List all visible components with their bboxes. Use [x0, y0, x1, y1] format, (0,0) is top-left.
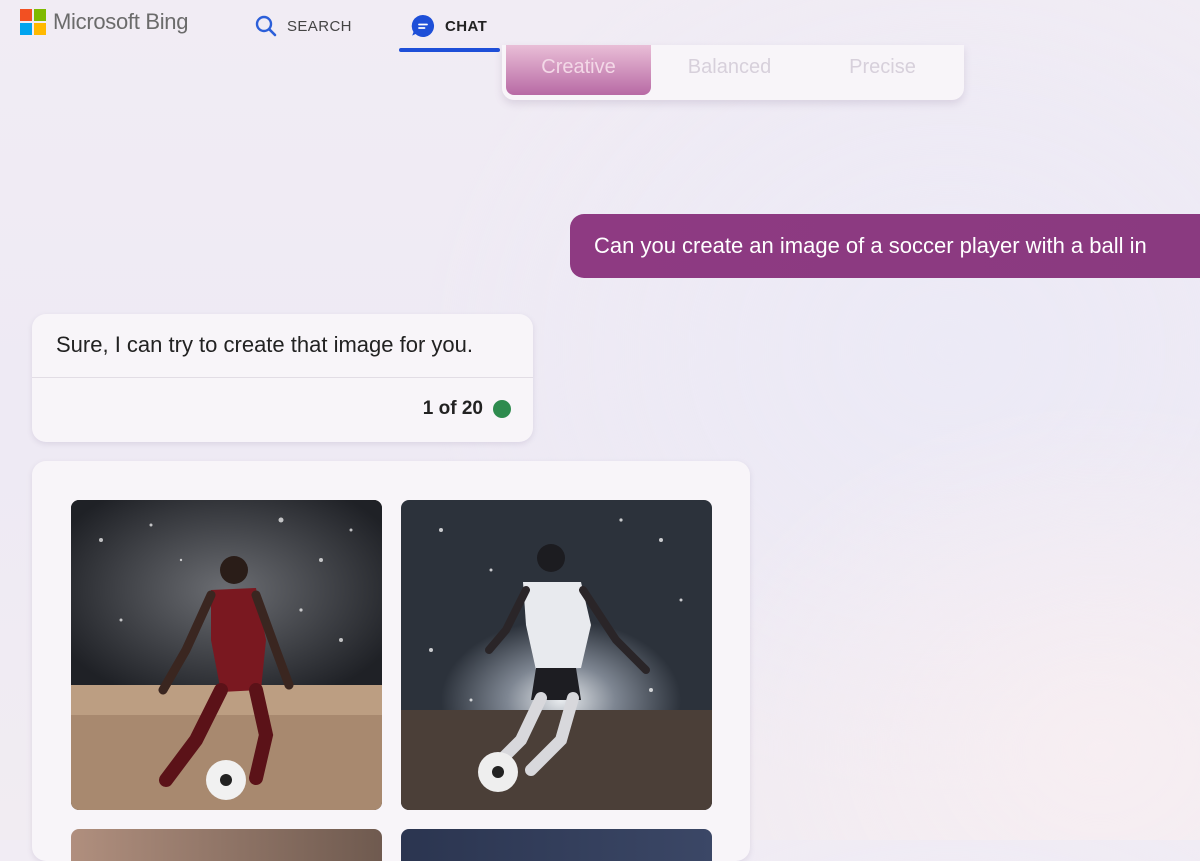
- bot-message-text: Sure, I can try to create that image for…: [56, 332, 473, 357]
- turn-counter-text: 1 of 20: [422, 398, 483, 419]
- generated-image-3[interactable]: [71, 829, 382, 861]
- bot-message: Sure, I can try to create that image for…: [32, 314, 533, 442]
- nav-search-label: SEARCH: [287, 17, 352, 35]
- tone-creative-button[interactable]: Creative: [506, 45, 651, 95]
- tone-precise-button[interactable]: Precise: [810, 45, 955, 95]
- nav-chat[interactable]: CHAT: [410, 0, 487, 52]
- microsoft-logo-icon: [20, 9, 46, 35]
- image-results-card: [32, 461, 750, 861]
- nav-chat-label: CHAT: [445, 17, 488, 35]
- tone-balanced-button[interactable]: Balanced: [657, 45, 802, 95]
- generated-image-2[interactable]: [401, 500, 712, 810]
- chat-icon: [410, 13, 436, 39]
- turn-counter: 1 of 20: [423, 398, 511, 420]
- nav-search[interactable]: SEARCH: [254, 0, 352, 52]
- status-dot-icon: [493, 400, 511, 418]
- brand-name: Microsoft Bing: [53, 9, 189, 34]
- conversation-style-selector: Creative Balanced Precise: [502, 45, 964, 100]
- search-icon: [254, 14, 278, 38]
- bing-logo[interactable]: Microsoft Bing: [20, 9, 188, 35]
- user-message: Can you create an image of a soccer play…: [570, 214, 1200, 278]
- active-tab-indicator: [399, 48, 500, 52]
- divider: [32, 377, 533, 378]
- generated-image-4[interactable]: [401, 829, 712, 861]
- generated-image-1[interactable]: [71, 500, 382, 810]
